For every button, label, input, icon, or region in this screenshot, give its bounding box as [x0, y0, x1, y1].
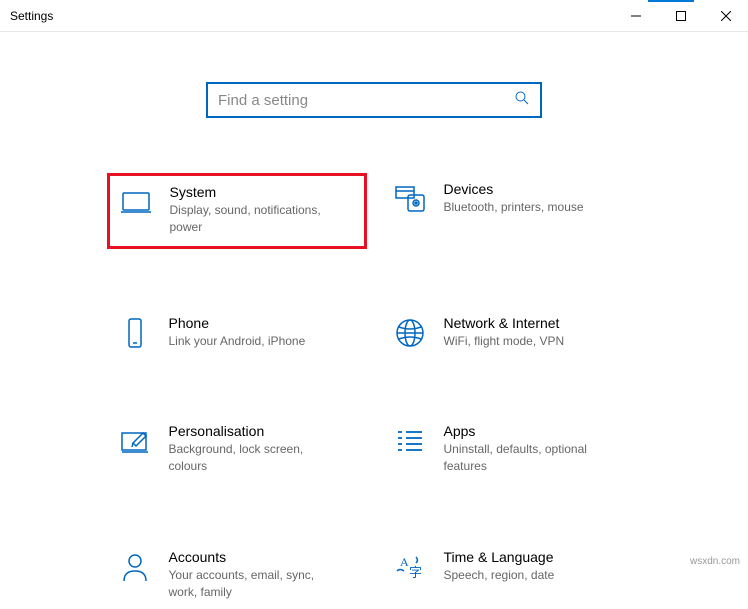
accent-strip	[648, 0, 694, 2]
tile-system[interactable]: System Display, sound, notifications, po…	[107, 173, 367, 249]
tile-title: System	[170, 184, 340, 200]
tile-time-language[interactable]: A字 Time & Language Speech, region, date	[382, 541, 642, 609]
personalisation-icon	[119, 425, 151, 457]
close-icon	[721, 11, 731, 21]
tile-phone[interactable]: Phone Link your Android, iPhone	[107, 307, 367, 358]
tile-desc: Uninstall, defaults, optional features	[444, 441, 614, 475]
phone-icon	[119, 317, 151, 349]
window-controls	[613, 0, 748, 31]
tile-title: Accounts	[169, 549, 339, 565]
settings-grid: System Display, sound, notifications, po…	[107, 173, 642, 609]
tile-desc: Speech, region, date	[444, 567, 555, 584]
search-icon	[514, 90, 530, 111]
tile-desc: Your accounts, email, sync, work, family	[169, 567, 339, 601]
watermark: wsxdn.com	[690, 556, 740, 567]
tile-title: Apps	[444, 423, 614, 439]
minimize-button[interactable]	[613, 0, 658, 31]
tile-desc: Bluetooth, printers, mouse	[444, 199, 584, 216]
window-title: Settings	[10, 9, 53, 23]
tile-apps[interactable]: Apps Uninstall, defaults, optional featu…	[382, 415, 642, 483]
tile-accounts[interactable]: Accounts Your accounts, email, sync, wor…	[107, 541, 367, 609]
apps-icon	[394, 425, 426, 457]
tile-devices[interactable]: Devices Bluetooth, printers, mouse	[382, 173, 642, 249]
devices-icon	[394, 183, 426, 215]
svg-text:A: A	[400, 555, 409, 569]
minimize-icon	[631, 11, 641, 21]
time-language-icon: A字	[394, 551, 426, 583]
tile-personalisation[interactable]: Personalisation Background, lock screen,…	[107, 415, 367, 483]
tile-title: Network & Internet	[444, 315, 565, 331]
tile-desc: Background, lock screen, colours	[169, 441, 339, 475]
tile-desc: WiFi, flight mode, VPN	[444, 333, 565, 350]
maximize-icon	[676, 11, 686, 21]
search-box[interactable]	[206, 82, 542, 118]
tile-title: Phone	[169, 315, 306, 331]
close-button[interactable]	[703, 0, 748, 31]
maximize-button[interactable]	[658, 0, 703, 31]
tile-title: Personalisation	[169, 423, 339, 439]
tile-title: Devices	[444, 181, 584, 197]
system-icon	[120, 186, 152, 218]
tile-network[interactable]: Network & Internet WiFi, flight mode, VP…	[382, 307, 642, 358]
network-icon	[394, 317, 426, 349]
tile-title: Time & Language	[444, 549, 555, 565]
tile-desc: Link your Android, iPhone	[169, 333, 306, 350]
tile-desc: Display, sound, notifications, power	[170, 202, 340, 236]
titlebar: Settings	[0, 0, 748, 32]
content-area: System Display, sound, notifications, po…	[0, 32, 748, 609]
search-input[interactable]	[218, 92, 514, 109]
accounts-icon	[119, 551, 151, 583]
svg-text:字: 字	[409, 565, 422, 580]
